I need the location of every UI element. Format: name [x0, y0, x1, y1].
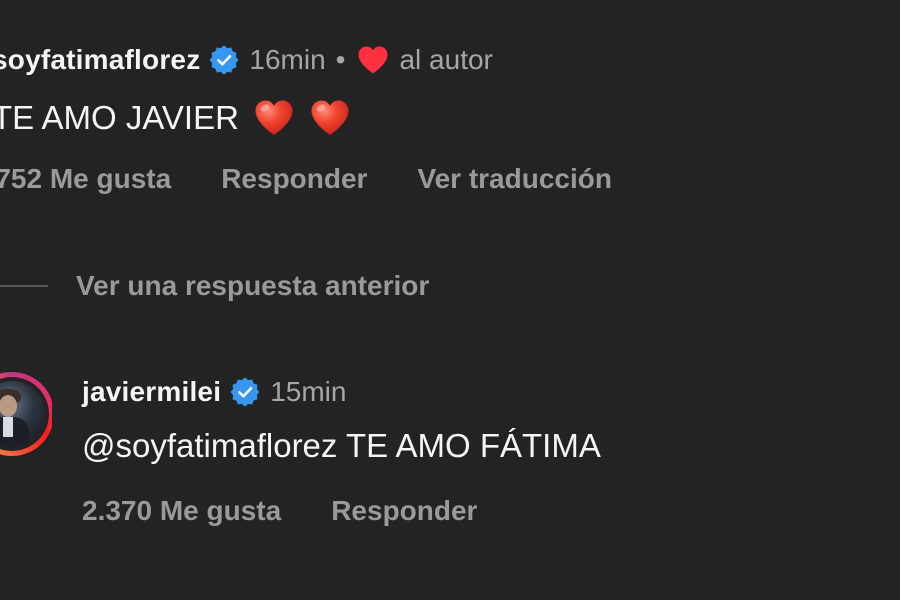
comment-like-count[interactable]: 2.752 Me gusta: [0, 163, 171, 195]
verified-badge-icon: [209, 45, 239, 75]
comment-body: TE AMO JAVIER: [0, 90, 892, 146]
red-heart-emoji-icon: [253, 97, 295, 139]
thread-divider-line: [0, 285, 48, 287]
reply-like-count[interactable]: 2.370 Me gusta: [82, 495, 281, 527]
see-translation-button[interactable]: Ver traducción: [417, 163, 612, 195]
view-previous-reply-label: Ver una respuesta anterior: [76, 270, 430, 301]
reply-time: 15min: [270, 376, 347, 407]
liked-by-author-label: al autor: [399, 44, 493, 75]
comment-username[interactable]: soyfatimaflorez: [0, 44, 200, 76]
comment: soyfatimaflorez 16min • al autor TE AMO …: [0, 36, 892, 204]
reply-header: javiermilei 15min: [82, 368, 882, 416]
heart-icon: [357, 45, 389, 75]
view-previous-reply-button[interactable]: Ver una respuesta anterior: [0, 262, 429, 310]
comments-screen: soyfatimaflorez 16min • al autor TE AMO …: [0, 0, 900, 600]
avatar[interactable]: [0, 372, 52, 456]
verified-badge-icon: [230, 377, 260, 407]
reply-username[interactable]: javiermilei: [82, 376, 221, 408]
reply-body: @soyfatimaflorez TE AMO FÁTIMA: [82, 418, 882, 474]
separator-dot: •: [335, 44, 346, 75]
comment-actions: 2.752 Me gusta Responder Ver traducción: [0, 154, 892, 204]
reply-actions: 2.370 Me gusta Responder: [82, 486, 882, 536]
comment-header: soyfatimaflorez 16min • al autor: [0, 36, 892, 84]
red-heart-emoji-icon: [309, 97, 351, 139]
reply-text: @soyfatimaflorez TE AMO FÁTIMA: [82, 427, 601, 464]
reply-reply-button[interactable]: Responder: [331, 495, 477, 527]
comment-reply-button[interactable]: Responder: [221, 163, 367, 195]
comment-time: 16min: [249, 44, 326, 75]
reply-comment: javiermilei 15min @soyfatimaflorez TE AM…: [82, 368, 882, 536]
comment-text: TE AMO JAVIER: [0, 99, 239, 136]
